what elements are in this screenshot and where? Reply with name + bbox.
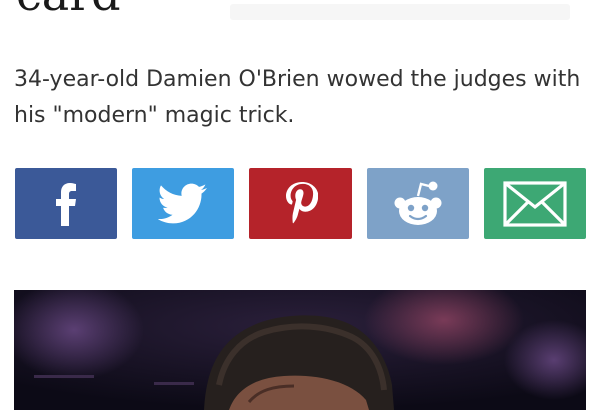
email-icon bbox=[503, 180, 567, 227]
article-subheading: 34-year-old Damien O'Brien wowed the jud… bbox=[14, 67, 581, 128]
article-headline: card bbox=[16, 0, 121, 22]
stage-person-image bbox=[14, 290, 586, 410]
share-email-button[interactable] bbox=[483, 168, 587, 239]
share-bar bbox=[15, 168, 587, 239]
twitter-icon bbox=[158, 183, 208, 223]
pinterest-icon bbox=[285, 181, 318, 223]
facebook-icon bbox=[56, 182, 77, 226]
article-video-thumbnail[interactable] bbox=[14, 290, 586, 410]
reddit-icon bbox=[394, 181, 442, 225]
faded-text-placeholder bbox=[230, 4, 570, 20]
share-facebook-button[interactable] bbox=[15, 168, 118, 239]
share-pinterest-button[interactable] bbox=[249, 168, 352, 239]
share-reddit-button[interactable] bbox=[366, 168, 469, 239]
share-twitter-button[interactable] bbox=[132, 168, 235, 239]
